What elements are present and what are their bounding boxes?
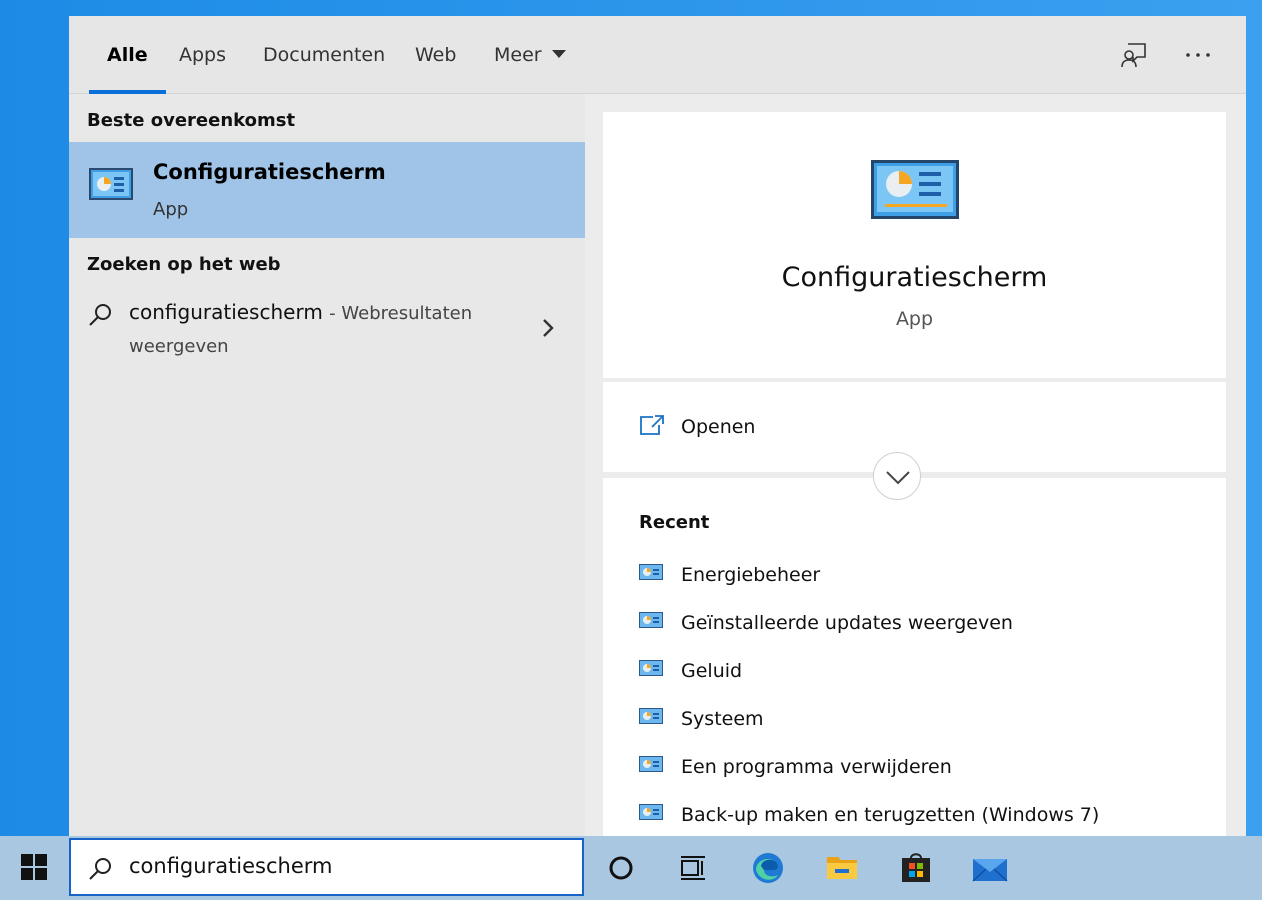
tab-apps[interactable]: Apps <box>179 16 226 94</box>
recent-header: Recent <box>639 512 710 533</box>
web-search-result[interactable]: configuratiescherm - Webresultaten weerg… <box>69 294 585 364</box>
open-action-label: Openen <box>681 416 756 438</box>
control-panel-icon <box>639 612 663 628</box>
results-list: Beste overeenkomst Configuratiescherm Ap… <box>69 94 585 836</box>
web-search-header: Zoeken op het web <box>87 254 281 275</box>
recent-item-label: Back-up maken en terugzetten (Windows 7) <box>681 804 1100 826</box>
recent-card: Recent Energiebeheer Geïnstalleerde upda… <box>603 478 1226 836</box>
web-query: configuratiescherm <box>129 300 323 324</box>
best-match-result[interactable]: Configuratiescherm App <box>69 142 585 238</box>
app-title: Configuratiescherm <box>781 262 1048 293</box>
app-subtitle: App <box>895 308 934 330</box>
recent-item-label: Systeem <box>681 708 764 730</box>
cortana-icon[interactable] <box>601 848 641 888</box>
chevron-down-icon <box>886 471 910 485</box>
ellipsis-icon[interactable] <box>1183 40 1213 70</box>
control-panel-icon <box>639 564 663 580</box>
tab-meer-label: Meer <box>494 44 542 66</box>
best-match-header: Beste overeenkomst <box>87 110 296 131</box>
tab-documenten[interactable]: Documenten <box>263 16 385 94</box>
app-actions-card: Openen <box>603 382 1226 472</box>
control-panel-icon <box>89 168 133 200</box>
recent-item-label: Geïnstalleerde updates weergeven <box>681 612 1013 634</box>
task-view-icon[interactable] <box>673 848 713 888</box>
tab-web[interactable]: Web <box>415 16 456 94</box>
caret-down-icon <box>551 49 566 58</box>
start-button[interactable] <box>0 836 68 900</box>
recent-item-label: Energiebeheer <box>681 564 821 586</box>
search-tabs: Alle Apps Documenten Web Meer <box>69 16 1246 94</box>
web-suffix: - Webresultaten <box>329 303 473 324</box>
mail-icon[interactable] <box>970 848 1010 888</box>
search-input[interactable]: configuratiescherm <box>129 854 569 878</box>
open-external-icon <box>640 415 664 435</box>
web-query-line: configuratiescherm - Webresultaten <box>129 300 472 324</box>
web-suffix-2: weergeven <box>129 336 229 357</box>
control-panel-icon <box>639 660 663 676</box>
recent-item-label: Een programma verwijderen <box>681 756 952 778</box>
app-preview-card: Configuratiescherm App <box>603 112 1226 378</box>
tab-meer[interactable]: Meer <box>494 16 566 94</box>
search-icon <box>89 858 111 880</box>
search-icon <box>89 304 111 326</box>
taskbar: configuratiescherm <box>0 836 1262 900</box>
best-match-subtitle: App <box>153 199 189 220</box>
best-match-title: Configuratiescherm <box>153 160 386 184</box>
taskbar-search-box[interactable]: configuratiescherm <box>69 838 584 896</box>
store-icon[interactable] <box>896 848 936 888</box>
feedback-icon[interactable] <box>1119 40 1149 70</box>
file-explorer-icon[interactable] <box>822 848 862 888</box>
search-flyout: Alle Apps Documenten Web Meer Beste over… <box>69 16 1246 836</box>
control-panel-icon <box>871 160 959 219</box>
expand-button[interactable] <box>873 452 921 500</box>
control-panel-icon <box>639 708 663 724</box>
control-panel-icon <box>639 756 663 772</box>
control-panel-icon <box>639 804 663 820</box>
windows-logo-icon <box>21 854 47 880</box>
edge-icon[interactable] <box>748 848 788 888</box>
chevron-right-icon[interactable] <box>539 316 557 340</box>
recent-item-label: Geluid <box>681 660 743 682</box>
preview-pane: Configuratiescherm App Openen Recent Ene… <box>585 94 1246 836</box>
tab-alle[interactable]: Alle <box>89 16 166 94</box>
